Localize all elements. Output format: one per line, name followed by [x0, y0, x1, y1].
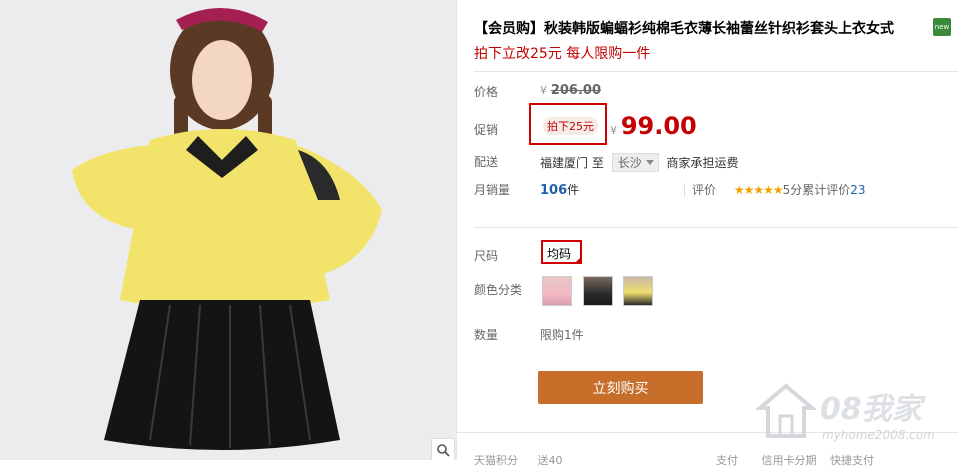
promo-tag: 拍下25元: [543, 117, 598, 135]
monthly-sales: 106件: [540, 181, 579, 198]
size-label: 尺码: [474, 249, 499, 263]
bottom-mid: 送40: [537, 454, 563, 467]
color-swatch-black[interactable]: [583, 276, 613, 306]
sales-unit: 件: [567, 183, 580, 197]
product-main-image[interactable]: [0, 0, 456, 460]
new-badge-icon: new: [933, 18, 951, 36]
check-icon: [574, 256, 582, 264]
zoom-icon[interactable]: [431, 438, 455, 460]
shipping-fee-note: 商家承担运费: [666, 156, 739, 170]
product-subtitle: 拍下立改25元 每人限购一件: [474, 46, 651, 62]
color-swatch-pink[interactable]: [542, 276, 572, 306]
product-title: 【会员购】秋装韩版蝙蝠衫纯棉毛衣薄长袖蕾丝针织衫套头上衣女式: [474, 21, 894, 37]
rating-info: 评价 ★★★★★5分累计评价23: [692, 181, 866, 198]
divider: [684, 183, 685, 197]
sales-count: 106: [540, 183, 568, 198]
promo-label: 促销: [474, 123, 499, 137]
shipping-info: 福建厦门 至 长沙 商家承担运费: [540, 153, 739, 172]
promo-price-value: 99.00: [620, 112, 697, 140]
divider: [474, 71, 958, 72]
original-price: ¥ 206.00: [540, 83, 601, 98]
bottom-left: 天猫积分: [474, 454, 518, 467]
quantity-limit: 限购1件: [540, 328, 584, 342]
chevron-down-icon: [645, 160, 654, 165]
watermark-url: myhome2008.com: [822, 428, 935, 442]
original-price-value: 206.00: [550, 83, 601, 98]
size-option-label: 均码: [547, 247, 572, 261]
promo-highlight-box: 拍下25元: [529, 103, 607, 145]
house-icon: [756, 383, 816, 438]
shipping-label: 配送: [474, 155, 499, 169]
promo-price: ¥ 99.00: [610, 112, 697, 140]
sales-label: 月销量: [474, 183, 511, 197]
destination-dropdown[interactable]: 长沙: [611, 153, 659, 172]
star-rating-icon: ★★★★★: [733, 183, 784, 197]
watermark-logo: 08我家 myhome2008.com: [752, 376, 958, 460]
currency-symbol: ¥: [610, 124, 617, 137]
color-swatch-yellow[interactable]: [623, 276, 653, 306]
price-label: 价格: [474, 85, 499, 99]
watermark-text: 08我家: [820, 392, 922, 427]
currency-symbol: ¥: [540, 84, 547, 97]
divider: [474, 227, 958, 228]
quantity-label: 数量: [474, 328, 499, 342]
model-photo: [0, 0, 456, 460]
bottom-right: 支付: [716, 454, 738, 467]
size-option-selected[interactable]: 均码: [541, 240, 582, 264]
buy-now-button[interactable]: 立刻购买: [538, 371, 703, 404]
rating-text: 5分累计评价: [782, 183, 851, 197]
rating-count-link[interactable]: 23: [850, 183, 865, 197]
ship-to-word: 至: [591, 156, 604, 170]
rating-label: 评价: [692, 183, 717, 197]
ship-from: 福建厦门: [540, 156, 589, 170]
divider: [456, 0, 457, 460]
color-label: 颜色分类: [474, 283, 523, 297]
destination-value: 长沙: [617, 156, 642, 170]
